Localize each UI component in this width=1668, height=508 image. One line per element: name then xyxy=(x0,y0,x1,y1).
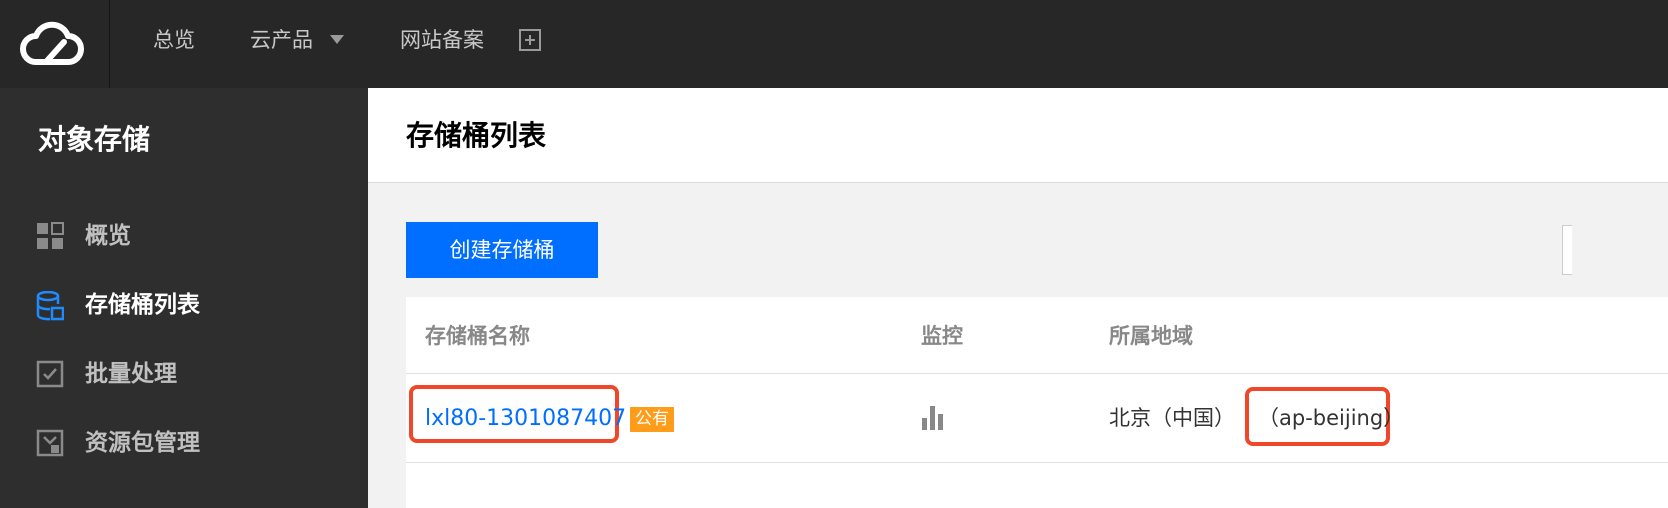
search-box-edge[interactable] xyxy=(1562,225,1572,275)
main-header: 存储桶列表 xyxy=(368,88,1668,183)
checkbox-icon xyxy=(36,360,64,388)
create-bucket-button[interactable]: 创建存储桶 xyxy=(406,222,598,278)
logo[interactable] xyxy=(0,0,110,88)
sidebar-item-resource-packages[interactable]: 资源包管理 xyxy=(0,413,368,473)
caret-down-icon xyxy=(329,34,344,44)
sidebar-item-label: 存储桶列表 xyxy=(85,292,200,318)
nav-overview-label: 总览 xyxy=(153,28,195,52)
grid-icon xyxy=(36,222,64,250)
region-name: 北京（中国） xyxy=(1109,406,1235,430)
public-access-badge: 公有 xyxy=(630,407,674,432)
nav-cloud-products-label: 云产品 xyxy=(250,28,313,52)
sidebar-item-label: 概览 xyxy=(85,223,131,249)
bucket-icon xyxy=(36,290,65,321)
sidebar-item-label: 资源包管理 xyxy=(85,430,200,456)
table-row: lxl80-1301087407 公有 北京（中国） （ap-beijing） xyxy=(406,374,1668,463)
nav-website-filing[interactable]: 网站备案 xyxy=(400,0,484,88)
nav-website-filing-label: 网站备案 xyxy=(400,28,484,52)
column-header-monitor: 监控 xyxy=(921,324,963,348)
page-title: 存储桶列表 xyxy=(406,119,547,152)
sidebar: 对象存储 概览 存储桶列表 批量处理 资源包管理 xyxy=(0,88,368,508)
package-icon xyxy=(36,429,64,457)
sidebar-item-batch-processing[interactable]: 批量处理 xyxy=(0,344,368,404)
region-code: （ap-beijing） xyxy=(1258,406,1405,430)
nav-overview[interactable]: 总览 xyxy=(153,0,195,88)
top-navigation-bar: 总览 云产品 网站备案 xyxy=(0,0,1668,88)
bucket-name-link[interactable]: lxl80-1301087407 xyxy=(425,374,626,463)
sidebar-title: 对象存储 xyxy=(38,123,151,156)
table-header: 存储桶名称 监控 所属地域 xyxy=(406,297,1668,374)
bucket-table: 存储桶名称 监控 所属地域 lxl80-1301087407 公有 北京（中国）… xyxy=(406,297,1668,508)
sidebar-item-overview[interactable]: 概览 xyxy=(0,206,368,266)
sidebar-item-label: 批量处理 xyxy=(85,361,177,387)
nav-cloud-products[interactable]: 云产品 xyxy=(250,0,344,88)
sidebar-item-bucket-list[interactable]: 存储桶列表 xyxy=(0,275,368,335)
bar-chart-icon[interactable] xyxy=(921,404,947,434)
column-header-bucket-name: 存储桶名称 xyxy=(425,324,530,348)
plus-square-icon[interactable] xyxy=(519,29,541,51)
column-header-region: 所属地域 xyxy=(1109,324,1193,348)
